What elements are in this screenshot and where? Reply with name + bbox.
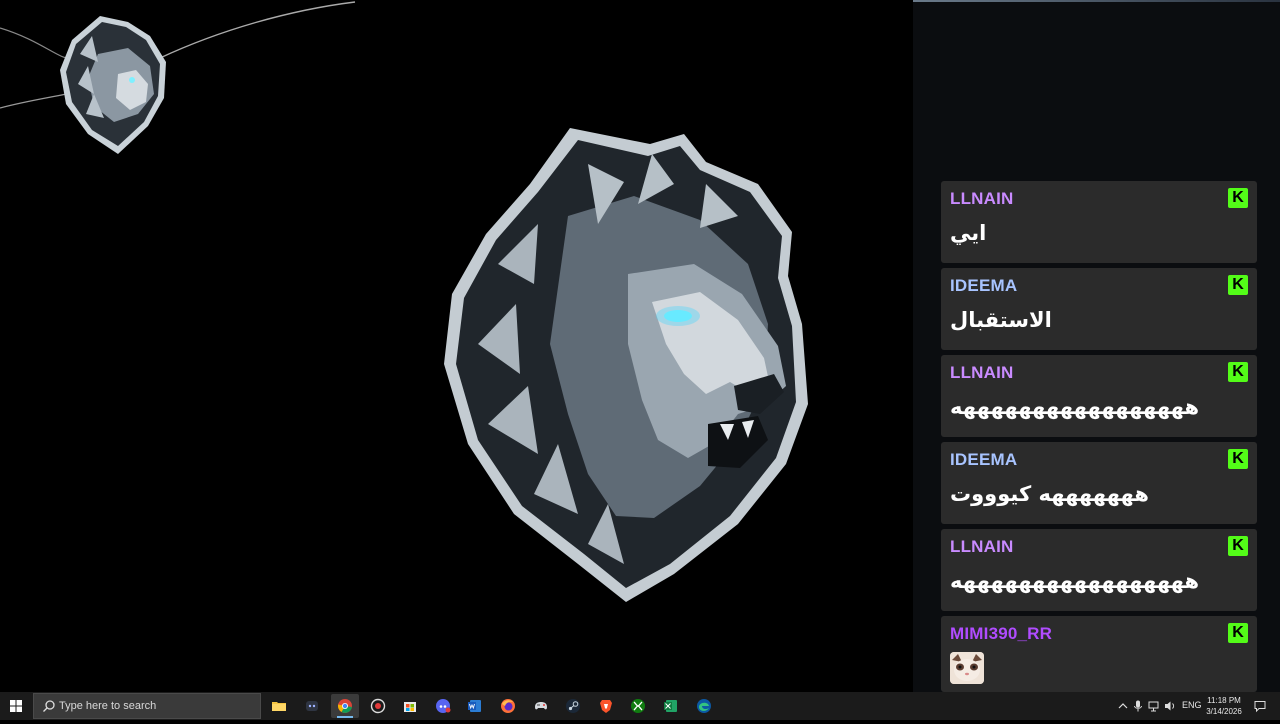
kick-badge-icon: K <box>1228 188 1248 208</box>
chrome-icon <box>337 699 352 713</box>
lion-logo-small-icon <box>60 16 166 154</box>
word-icon <box>468 700 481 712</box>
chat-text: هههههههههههههههههه <box>950 569 1200 593</box>
taskbar: Type here to search ENG 11:18 PM 3/14/20… <box>0 692 1280 720</box>
taskbar-app-word[interactable] <box>461 694 489 718</box>
taskbar-app-store[interactable] <box>396 694 424 718</box>
taskbar-app-firefox[interactable] <box>494 694 522 718</box>
gamepad-icon <box>535 702 547 710</box>
chat-top-border <box>913 0 1280 2</box>
clock-date: 3/14/2026 <box>1206 707 1242 716</box>
kick-badge-icon: K <box>1228 623 1248 643</box>
wallpaper-wire <box>0 1 356 109</box>
volume-icon[interactable] <box>1163 699 1177 713</box>
taskbar-app-recorder[interactable] <box>364 694 392 718</box>
chat-username: MIMI390_RR <box>950 624 1053 643</box>
chat-text: الاستقبال <box>950 308 1052 332</box>
steam-icon <box>566 699 580 713</box>
chat-username: LLNAIN <box>950 363 1014 382</box>
chat-message: LLNAIN K هههههههههههههههههه <box>941 355 1257 437</box>
taskbar-app-excel[interactable] <box>657 694 685 718</box>
notifications-icon[interactable] <box>1253 699 1267 713</box>
chat-message: LLNAIN K هههههههههههههههههه <box>941 529 1257 611</box>
chat-username: IDEEMA <box>950 276 1018 295</box>
kick-badge-icon: K <box>1228 449 1248 469</box>
xbox-icon <box>631 699 645 713</box>
chat-text: ايي <box>950 221 987 245</box>
search-icon <box>43 700 55 712</box>
kick-badge-icon: K <box>1228 275 1248 295</box>
chat-username: LLNAIN <box>950 189 1014 208</box>
microphone-icon[interactable] <box>1131 699 1145 713</box>
taskbar-search-box[interactable]: Type here to search <box>33 693 261 719</box>
chat-overlay: LLNAIN K ايي IDEEMA K الاستقبال LLNAIN K… <box>913 0 1280 692</box>
chat-message: LLNAIN K ايي <box>941 181 1257 263</box>
clock[interactable]: 11:18 PM 3/14/2026 <box>1200 695 1248 717</box>
chat-message: IDEEMA K هههههههه كيوووت <box>941 442 1257 524</box>
kick-badge-icon: K <box>1228 536 1248 556</box>
recorder-icon <box>370 698 386 714</box>
chat-username: IDEEMA <box>950 450 1018 469</box>
taskbar-app-discord-overlay[interactable] <box>298 694 326 718</box>
taskbar-app-brave[interactable] <box>592 694 620 718</box>
input-language[interactable]: ENG <box>1182 700 1202 710</box>
network-icon[interactable] <box>1147 699 1161 713</box>
chat-text: هههههههههههههههههه <box>950 395 1200 419</box>
taskbar-app-gamepad[interactable] <box>527 694 555 718</box>
firefox-icon <box>501 699 515 713</box>
clock-time: 11:18 PM <box>1207 696 1241 705</box>
windows-logo-icon <box>10 700 22 712</box>
chat-message: IDEEMA K الاستقبال <box>941 268 1257 350</box>
taskbar-app-discord[interactable] <box>429 694 457 718</box>
chat-username: LLNAIN <box>950 537 1014 556</box>
cat-emote-icon <box>950 652 984 684</box>
store-icon <box>404 702 416 712</box>
active-indicator <box>337 716 353 718</box>
search-placeholder: Type here to search <box>59 700 157 712</box>
taskbar-app-edge[interactable] <box>690 694 718 718</box>
folder-icon <box>272 702 286 711</box>
taskbar-app-chrome[interactable] <box>331 694 359 718</box>
lion-logo-icon <box>444 128 808 602</box>
excel-icon <box>664 700 677 712</box>
game-overlay-icon <box>306 701 318 711</box>
taskbar-app-xbox[interactable] <box>624 694 652 718</box>
chat-message: MIMI390_RR K <box>941 616 1257 692</box>
taskbar-app-file-explorer[interactable] <box>265 694 293 718</box>
brave-icon <box>600 700 612 713</box>
start-button[interactable] <box>0 692 32 720</box>
discord-icon <box>436 699 451 713</box>
chat-text: هههههههه كيوووت <box>950 482 1149 506</box>
show-hidden-icons-chevron-up-icon[interactable] <box>1116 699 1130 713</box>
taskbar-app-steam[interactable] <box>559 694 587 718</box>
edge-icon <box>697 699 711 713</box>
kick-badge-icon: K <box>1228 362 1248 382</box>
